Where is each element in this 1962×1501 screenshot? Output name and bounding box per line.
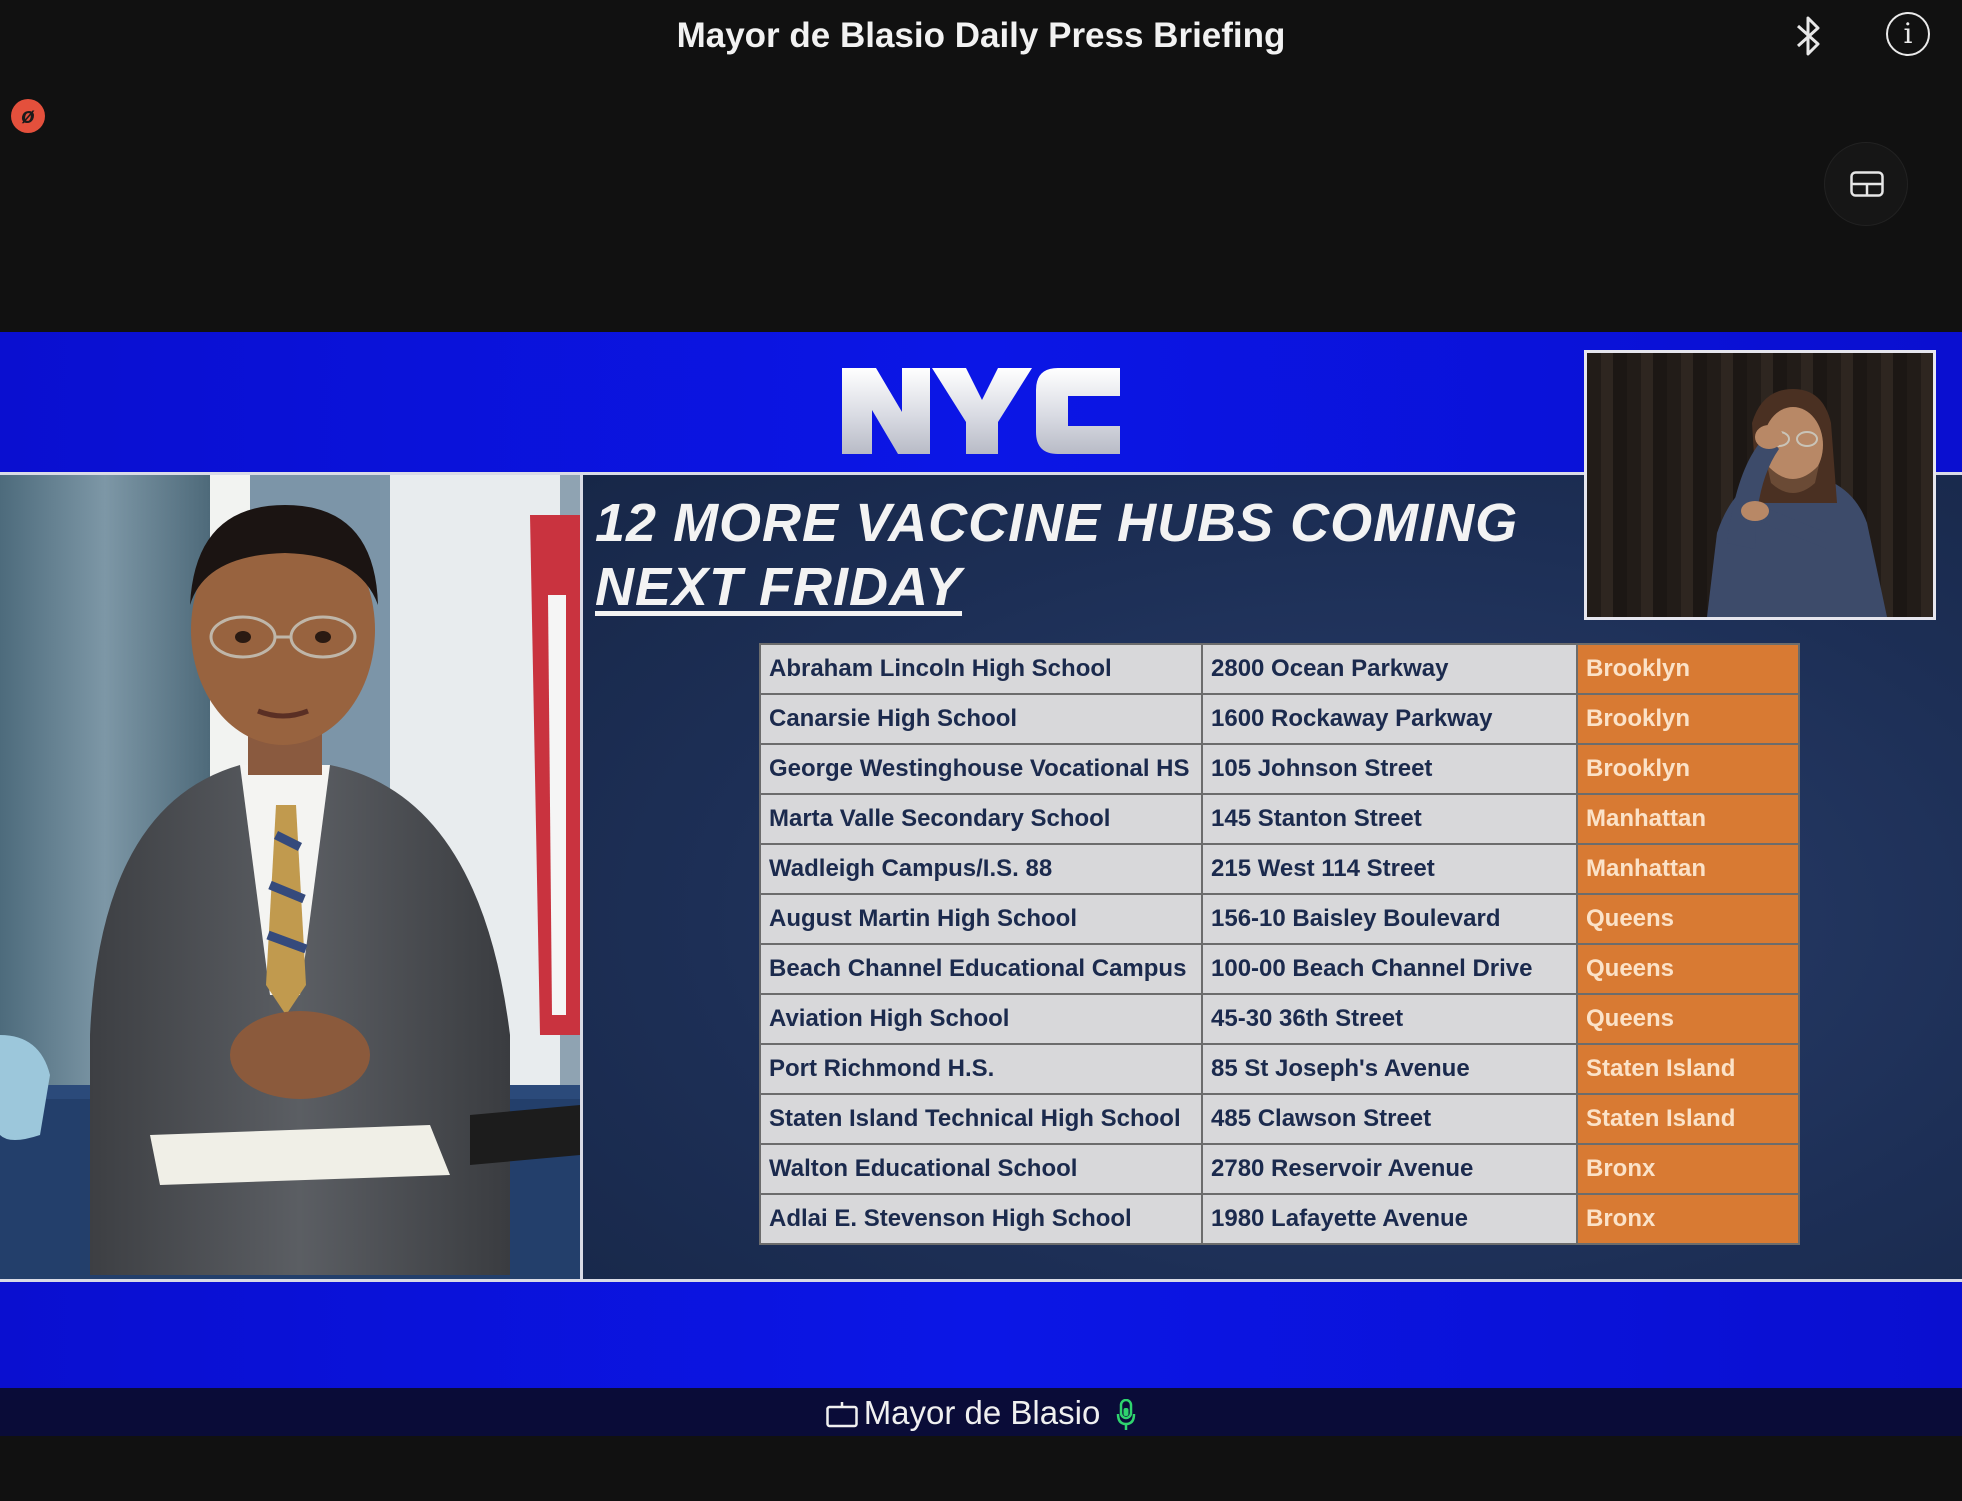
nyc-logo [842,368,1120,454]
table-row: Staten Island Technical High School 485 C… [759,1093,1800,1145]
active-speaker-name: Mayor de Blasio [863,1394,1101,1431]
slide-title-line-1: 12 MORE VACCINE HUBS COMING [595,493,1519,553]
address-cell: 85 St Joseph's Avenue [1201,1043,1578,1095]
school-name-cell: Walton Educational School [759,1143,1203,1195]
table-row: August Martin High School 156-10 Baisley … [759,893,1800,945]
speaker-video [0,472,583,1282]
table-row: Canarsie High School 1600 Rockaway Parkwa… [759,693,1800,745]
layout-toggle-icon [1850,171,1884,197]
microphone-icon [1117,1399,1136,1431]
sign-language-interpreter-video [1584,350,1936,620]
address-cell: 100-00 Beach Channel Drive [1201,943,1578,995]
title-bar: Mayor de Blasio Daily Press Briefing i [0,0,1962,75]
table-row: Marta Valle Secondary School 145 Stanton … [759,793,1800,845]
slide-title: 12 MORE VACCINE HUBS COMING NEXT FRIDAY [595,491,1518,619]
address-cell: 1980 Lafayette Avenue [1201,1193,1578,1245]
borough-cell: Manhattan [1576,793,1800,845]
borough-cell: Queens [1576,943,1800,995]
address-cell: 45-30 36th Street [1201,993,1578,1045]
address-cell: 145 Stanton Street [1201,793,1578,845]
school-name-cell: Marta Valle Secondary School [759,793,1203,845]
address-cell: 1600 Rockaway Parkway [1201,693,1578,745]
borough-cell: Brooklyn [1576,743,1800,795]
video-stream: 12 MORE VACCINE HUBS COMING NEXT FRIDAY … [0,332,1962,1388]
school-name-cell: Wadleigh Campus/I.S. 88 [759,843,1203,895]
table-row: George Westinghouse Vocational HS 105 Joh… [759,743,1800,795]
borough-cell: Manhattan [1576,843,1800,895]
school-name-cell: Adlai E. Stevenson High School [759,1193,1203,1245]
borough-cell: Staten Island [1576,1043,1800,1095]
school-name-cell: Canarsie High School [759,693,1203,745]
school-name-cell: Aviation High School [759,993,1203,1045]
address-cell: 215 West 114 Street [1201,843,1578,895]
school-name-cell: August Martin High School [759,893,1203,945]
address-cell: 105 Johnson Street [1201,743,1578,795]
borough-cell: Queens [1576,993,1800,1045]
info-icon[interactable]: i [1886,12,1930,56]
slide-title-line-2: NEXT FRIDAY [595,557,963,617]
school-name-cell: Port Richmond H.S. [759,1043,1203,1095]
school-name-cell: George Westinghouse Vocational HS [759,743,1203,795]
address-cell: 156-10 Baisley Boulevard [1201,893,1578,945]
layout-toggle-button[interactable] [1824,142,1908,226]
borough-cell: Brooklyn [1576,643,1800,695]
table-row: Wadleigh Campus/I.S. 88 215 West 114 Stre… [759,843,1800,895]
school-name-cell: Abraham Lincoln High School [759,643,1203,695]
table-row: Adlai E. Stevenson High School 1980 Lafay… [759,1193,1800,1245]
address-cell: 2800 Ocean Parkway [1201,643,1578,695]
bluetooth-icon[interactable] [1790,12,1826,60]
active-speaker-bar: Mayor de Blasio [0,1388,1962,1436]
meeting-title: Mayor de Blasio Daily Press Briefing [676,16,1286,55]
school-name-cell: Beach Channel Educational Campus [759,943,1203,995]
school-name-cell: Staten Island Technical High School [759,1093,1203,1145]
borough-cell: Queens [1576,893,1800,945]
table-row: Abraham Lincoln High School 2800 Ocean Pa… [759,643,1800,695]
borough-cell: Bronx [1576,1193,1800,1245]
recording-indicator-icon: ø [11,99,45,133]
table-row: Port Richmond H.S. 85 St Joseph's Avenue S… [759,1043,1800,1095]
address-cell: 485 Clawson Street [1201,1093,1578,1145]
address-cell: 2780 Reservoir Avenue [1201,1143,1578,1195]
borough-cell: Bronx [1576,1143,1800,1195]
screen-share-icon [825,1402,858,1428]
vaccine-hubs-table: Abraham Lincoln High School 2800 Ocean Pa… [759,643,1800,1245]
table-row: Aviation High School 45-30 36th Street Que… [759,993,1800,1045]
table-row: Beach Channel Educational Campus 100-00 B… [759,943,1800,995]
borough-cell: Brooklyn [1576,693,1800,745]
table-row: Walton Educational School 2780 Reservoir … [759,1143,1800,1195]
borough-cell: Staten Island [1576,1093,1800,1145]
